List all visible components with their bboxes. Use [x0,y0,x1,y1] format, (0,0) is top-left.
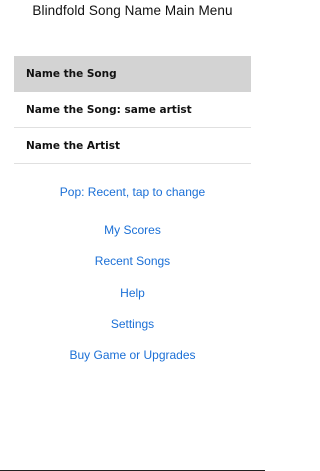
mode-item-label: Name the Artist [26,139,121,152]
mode-item-label: Name the Song [26,68,117,80]
buy-game-link[interactable]: Buy Game or Upgrades [0,348,265,362]
mode-item-name-the-song-same-artist[interactable]: Name the Song: same artist [14,92,251,128]
mode-item-name-the-song[interactable]: Name the Song [14,56,251,92]
recent-songs-link[interactable]: Recent Songs [0,254,265,268]
mode-item-name-the-artist[interactable]: Name the Artist [14,128,251,164]
mode-item-label: Name the Song: same artist [26,103,192,116]
my-scores-link[interactable]: My Scores [0,223,265,237]
settings-link[interactable]: Settings [0,317,265,331]
genre-selector-link[interactable]: Pop: Recent, tap to change [0,185,265,199]
game-mode-list: Name the Song Name the Song: same artist… [14,56,251,164]
page-title: Blindfold Song Name Main Menu [32,3,233,18]
main-menu-screen: Blindfold Song Name Main Menu Name the S… [0,0,265,471]
help-link[interactable]: Help [0,286,265,300]
